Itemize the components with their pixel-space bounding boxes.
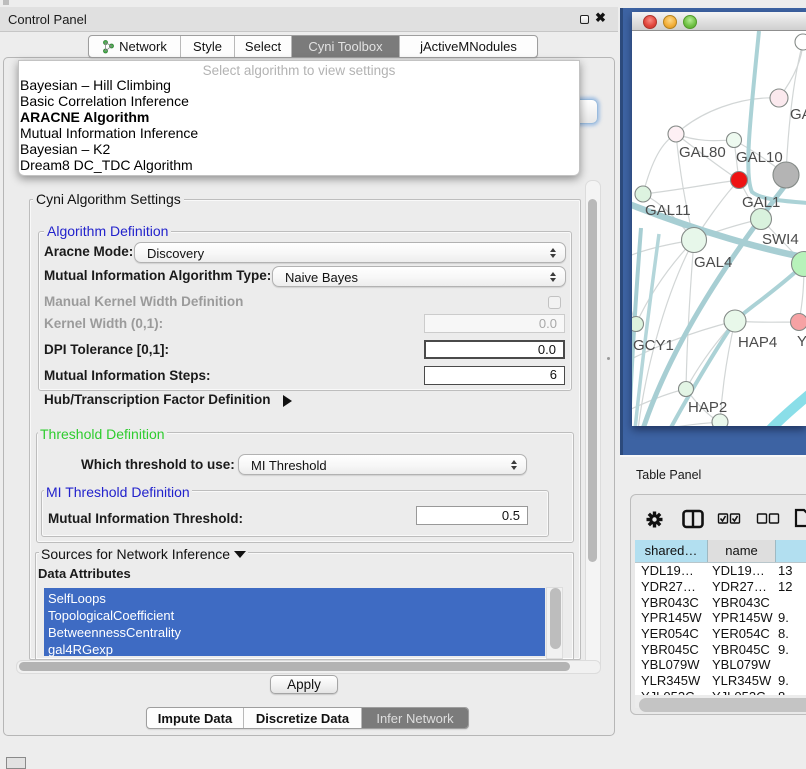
- svg-text:SWI4: SWI4: [762, 231, 799, 248]
- svg-text:GAL11: GAL11: [645, 202, 691, 219]
- svg-text:YL: YL: [797, 333, 806, 350]
- svg-text:GAL4: GAL4: [694, 254, 732, 271]
- svg-text:GAL7: GAL7: [790, 106, 806, 123]
- svg-text:GAL10: GAL10: [736, 149, 783, 166]
- svg-text:GAL1: GAL1: [742, 194, 780, 211]
- svg-text:GCY1: GCY1: [633, 337, 674, 354]
- svg-text:HAP2: HAP2: [688, 399, 727, 416]
- svg-text:HAP4: HAP4: [738, 334, 777, 351]
- svg-text:GAL80: GAL80: [679, 144, 726, 161]
